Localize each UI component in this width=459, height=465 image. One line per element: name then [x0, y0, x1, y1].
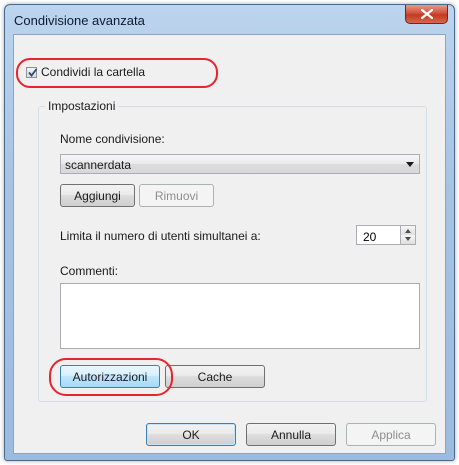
checkbox-box[interactable]	[26, 66, 38, 78]
checkmark-icon	[28, 67, 38, 77]
window-title: Condivisione avanzata	[14, 13, 145, 28]
chevron-up-icon	[405, 229, 411, 233]
ok-button[interactable]: OK	[146, 423, 236, 446]
close-button[interactable]	[405, 5, 448, 24]
user-limit-input[interactable]	[356, 225, 400, 245]
share-folder-label: Condividi la cartella	[41, 65, 146, 79]
cache-button[interactable]: Cache	[165, 365, 265, 388]
remove-button[interactable]: Rimuovi	[139, 184, 214, 207]
settings-group-label: Impostazioni	[48, 99, 116, 113]
close-icon	[421, 9, 433, 19]
title-bar[interactable]: Condivisione avanzata	[5, 5, 454, 35]
comments-label: Commenti:	[60, 264, 119, 278]
share-folder-checkbox[interactable]: Condividi la cartella	[26, 65, 145, 79]
add-button[interactable]: Aggiungi	[60, 184, 135, 207]
permissions-button[interactable]: Autorizzazioni	[60, 365, 160, 388]
chevron-down-icon	[405, 237, 411, 241]
dialog-window: Condivisione avanzata Condividi la carte…	[4, 4, 455, 461]
spin-down-button[interactable]	[401, 235, 415, 244]
comments-textarea[interactable]	[60, 283, 420, 349]
user-limit-label: Limita il numero di utenti simultanei a:	[60, 229, 261, 243]
share-name-label: Nome condivisione:	[60, 132, 165, 146]
share-name-value: scannerdata	[65, 158, 132, 172]
cancel-button[interactable]: Annulla	[246, 423, 336, 446]
dialog-body: Condividi la cartella Impostazioni Nome …	[13, 34, 446, 454]
user-limit-spinner[interactable]	[400, 225, 416, 245]
chevron-down-icon	[406, 162, 414, 167]
apply-button[interactable]: Applica	[346, 423, 436, 446]
share-name-dropdown[interactable]: scannerdata	[60, 154, 420, 174]
